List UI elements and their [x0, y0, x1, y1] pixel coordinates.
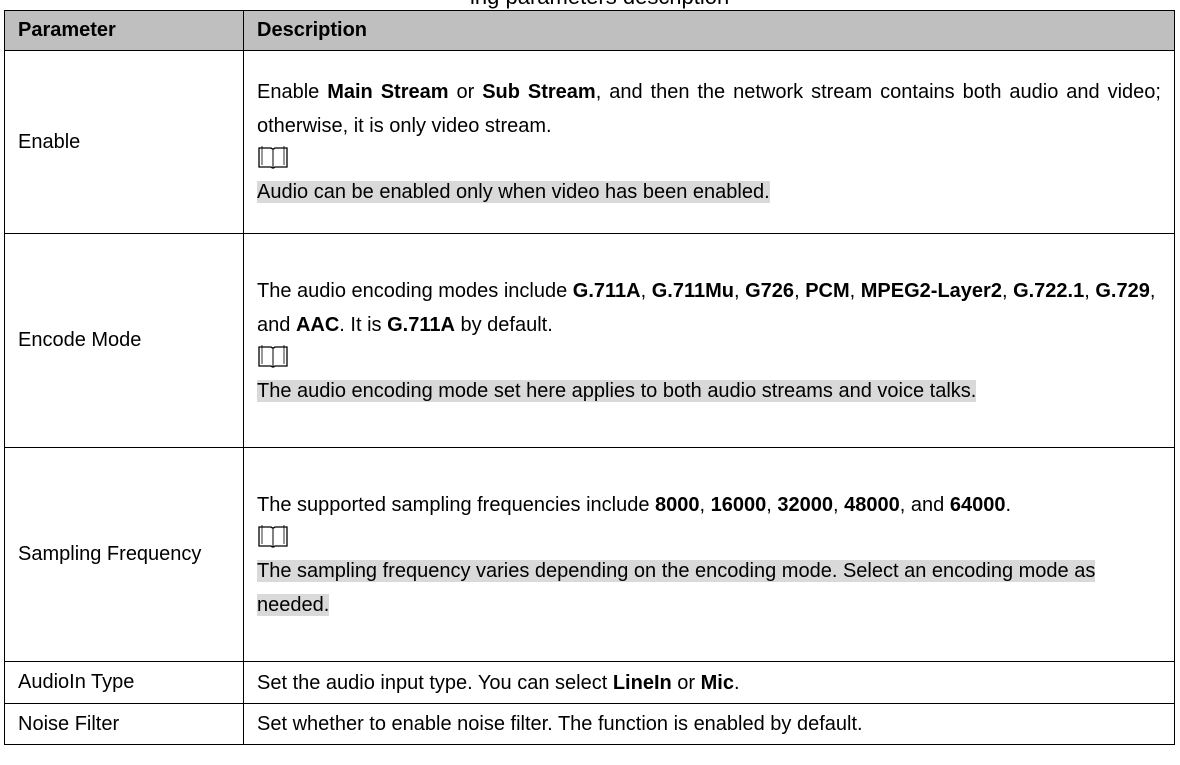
book-icon	[258, 524, 288, 548]
text-run: Set whether to enable noise filter. The …	[257, 713, 863, 735]
text-run: ,	[1001, 279, 1014, 302]
bold-term: G.711Mu	[651, 279, 734, 302]
table-row: Encode Mode The audio encoding modes inc…	[4, 233, 1175, 448]
text-run: ,	[849, 279, 861, 302]
header-parameter: Parameter	[4, 10, 244, 51]
description-text: The supported sampling frequencies inclu…	[257, 488, 1161, 522]
description-cell: Set whether to enable noise filter. The …	[243, 703, 1175, 745]
text-run: ,	[766, 493, 778, 516]
description-cell: The audio encoding modes include G.711A,…	[243, 233, 1175, 448]
bold-term: 16000	[710, 493, 767, 516]
bold-term: G.729	[1095, 279, 1150, 302]
bold-term: 48000	[844, 493, 900, 516]
parameter-cell: Sampling Frequency	[4, 447, 244, 662]
description-text: Set the audio input type. You can select…	[257, 666, 1161, 700]
text-run: ,	[833, 493, 845, 516]
text-run: Enable	[257, 81, 328, 103]
table-row: AudioIn Type Set the audio input type. Y…	[4, 661, 1175, 704]
table-header-row: Parameter Description	[4, 10, 1175, 51]
table-row: Sampling Frequency The supported samplin…	[4, 447, 1175, 662]
text-run: .	[1005, 493, 1012, 516]
bold-term: LineIn	[612, 671, 672, 694]
parameter-cell: Enable	[4, 50, 244, 234]
text-run: .	[733, 671, 740, 694]
text-run: , and	[899, 493, 950, 516]
bold-term: Main Stream	[327, 81, 449, 103]
bold-term: G.722.1	[1013, 279, 1085, 302]
bold-term: 64000	[949, 493, 1006, 516]
text-run: Set the audio input type. You can select	[257, 671, 613, 694]
text-run: The supported sampling frequencies inclu…	[257, 493, 656, 516]
description-cell: Set the audio input type. You can select…	[243, 661, 1175, 704]
parameter-cell: Encode Mode	[4, 233, 244, 448]
text-run: . It is	[339, 313, 388, 336]
text-run: or	[448, 81, 483, 103]
bold-term: MPEG2-Layer2	[860, 279, 1002, 302]
text-run: or	[671, 671, 701, 694]
note-text: The sampling frequency varies depending …	[257, 559, 1096, 616]
table-row: Noise Filter Set whether to enable noise…	[4, 703, 1175, 745]
bold-term: G.711A	[387, 313, 455, 336]
bold-term: G726	[745, 279, 795, 302]
bold-term: Mic	[700, 671, 734, 694]
description-text: Enable Main Stream or Sub Stream, and th…	[257, 75, 1161, 143]
header-description: Description	[243, 10, 1175, 51]
bold-term: 32000	[777, 493, 834, 516]
note-text: The audio encoding mode set here applies…	[257, 379, 977, 402]
bold-term: AAC	[295, 313, 340, 336]
parameters-table: Parameter Description Enable Enable Main…	[4, 10, 1175, 745]
table-row: Enable Enable Main Stream or Sub Stream,…	[4, 50, 1175, 234]
bold-term: PCM	[805, 279, 850, 302]
parameter-cell: AudioIn Type	[4, 661, 244, 704]
caption-text: ing parameters description	[470, 0, 729, 10]
description-cell: Enable Main Stream or Sub Stream, and th…	[243, 50, 1175, 234]
text-run: ,	[640, 279, 652, 302]
bold-term: Sub Stream	[482, 81, 596, 103]
text-run: by default.	[454, 313, 553, 336]
note-text: Audio can be enabled only when video has…	[257, 181, 770, 203]
text-run: ,	[699, 493, 711, 516]
book-icon	[258, 344, 288, 368]
book-icon	[258, 146, 288, 169]
bold-term: G.711A	[572, 279, 641, 302]
description-cell: The supported sampling frequencies inclu…	[243, 447, 1175, 662]
description-text: The audio encoding modes include G.711A,…	[257, 274, 1161, 342]
parameter-cell: Noise Filter	[4, 703, 244, 745]
text-run: ,	[1084, 279, 1096, 302]
table-body: Enable Enable Main Stream or Sub Stream,…	[4, 50, 1175, 745]
text-run: ,	[734, 279, 746, 302]
description-text: Set whether to enable noise filter. The …	[257, 707, 1161, 741]
text-run: ,	[794, 279, 806, 302]
bold-term: 8000	[655, 493, 700, 516]
text-run: The audio encoding modes include	[257, 279, 573, 302]
